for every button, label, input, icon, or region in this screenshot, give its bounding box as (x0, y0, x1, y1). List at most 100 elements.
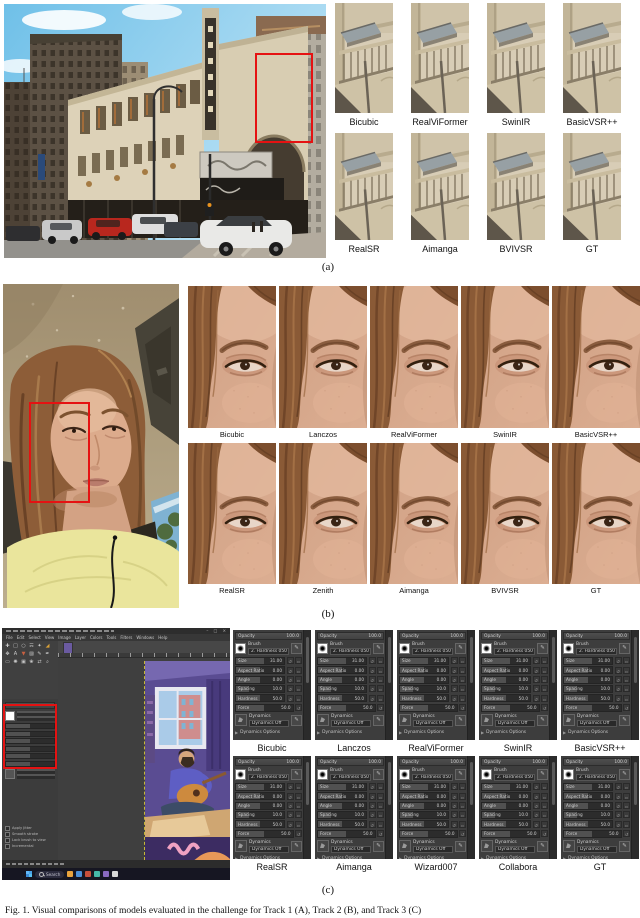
method-tile: RealViFormer (370, 286, 458, 439)
slider-row: Size 31.00 ↺ ▫ (235, 782, 302, 791)
panel-scrollbar (303, 756, 311, 859)
reset-icon: ↺ (368, 676, 376, 684)
panel-scrollbar (549, 630, 557, 740)
slider-row: Aspect Ratio 0.00 ↺ ▫ (563, 792, 630, 801)
opacity-label: Opacity (238, 633, 255, 639)
dynamics-icon (5, 768, 15, 779)
brush-name-entry: 2. Hardness 050 (494, 773, 535, 781)
dynamics-label: Dynamics (413, 713, 435, 719)
eye-crop-art (188, 286, 276, 428)
swap-colors-icon: ⇄ (37, 659, 42, 665)
slider-row: Aspect Ratio 0.00 ↺ ▫ (563, 666, 630, 675)
slider-row: Spacing 10.0 ↺ ▫ (317, 684, 384, 693)
opacity-row: Opacity 100.0 (399, 632, 466, 640)
link-icon: ▫ (623, 820, 630, 828)
reset-icon: ↺ (614, 676, 622, 684)
eye-crop-art (461, 286, 549, 428)
slider-row: Aspect Ratio 0.00 ↺ ▫ (399, 792, 466, 801)
opacity-value: 100.0 (450, 759, 463, 765)
building-crop-art (411, 3, 469, 113)
taskbar-app-icon (85, 871, 92, 877)
crop-image (411, 3, 469, 113)
link-icon: ▫ (541, 802, 548, 810)
slider-row: Hardness 50.0 ↺ ▫ (563, 694, 630, 703)
method-tile: Opacity 100.0 Brush 2. Hardness 050 ✎ Si… (233, 630, 311, 753)
edit-brush-icon: ✎ (291, 768, 302, 780)
menu-item: Edit (16, 635, 25, 640)
brush-thumbnail (235, 768, 246, 780)
edit-brush-icon: ✎ (537, 768, 548, 780)
method-label: BasicVSR++ (574, 743, 626, 753)
slider-row: Spacing 10.0 ↺ ▫ (235, 810, 302, 819)
tool-options-panel: Opacity 100.0 Brush 2. Hardness 050 ✎ Si… (479, 630, 550, 740)
reset-icon: ↺ (286, 666, 294, 674)
crop-image: Opacity 100.0 Brush 2. Hardness 050 ✎ Si… (315, 756, 393, 859)
gimp-menu-bar: File Edit Select View Image Layer Colors… (2, 634, 230, 641)
reset-icon: ↺ (450, 676, 458, 684)
dynamics-entry: Dynamics Off (413, 845, 453, 853)
zoom-tool-icon: ⌕ (46, 659, 49, 665)
crop-image (370, 286, 458, 428)
dynamics-options-row: ▶ Dynamics Options (563, 729, 609, 735)
edit-brush-icon: ✎ (373, 768, 384, 780)
brush-row: Brush 2. Hardness 050 ✎ (563, 641, 630, 655)
slider-row: Spacing 10.0 ↺ ▫ (235, 684, 302, 693)
dynamics-icon (317, 714, 329, 727)
expander-icon: ▶ (481, 729, 485, 735)
reset-icon: ↺ (614, 694, 622, 702)
expander-icon: ▶ (317, 855, 321, 859)
method-tile: BasicVSR++ (563, 3, 621, 127)
dynamics-entry: Dynamics Off (331, 845, 371, 853)
method-tile: Bicubic (188, 286, 276, 439)
link-icon: ▫ (459, 676, 466, 684)
slider-row: Size 31.00 ↺ ▫ (481, 782, 548, 791)
reset-icon: ↺ (286, 694, 294, 702)
slider-row: Angle 0.00 ↺ ▫ (563, 675, 630, 684)
opacity-value: 100.0 (614, 633, 627, 639)
dynamics-options-row: ▶ Dynamics Options (317, 729, 363, 735)
tool-options-panel: Opacity 100.0 Brush 2. Hardness 050 ✎ Si… (561, 756, 632, 859)
tool-options-panel: Opacity 100.0 Brush 2. Hardness 050 ✎ Si… (479, 756, 550, 859)
dynamics-label: Dynamics (495, 713, 517, 719)
crop-image (552, 286, 640, 428)
reset-icon: ↺ (450, 811, 458, 819)
dynamics-options-row: ▶ Dynamics Options (563, 855, 609, 859)
slider-row: Hardness 50.0 ↺ ▫ (235, 694, 302, 703)
edit-brush-icon: ✎ (291, 642, 302, 654)
slider-row: Hardness 50.0 ↺ ▫ (317, 694, 384, 703)
tool-options-checkboxes: Apply Jitter Smooth stroke Lock brush to… (2, 823, 58, 860)
comparison-grid-c-row1: Opacity 100.0 Brush 2. Hardness 050 ✎ Si… (233, 630, 639, 753)
tool-options-panel: Opacity 100.0 Brush 2. Hardness 050 ✎ Si… (233, 756, 304, 859)
method-label: GT (593, 862, 607, 872)
brush-row: Brush 2. Hardness 050 ✎ (399, 767, 466, 781)
dynamics-icon (235, 714, 247, 727)
menu-item: Tools (106, 635, 117, 640)
method-label: GT (590, 586, 602, 595)
dynamics-entry: Dynamics Off (495, 719, 535, 727)
crop-image: Opacity 100.0 Brush 2. Hardness 050 ✎ Si… (479, 630, 557, 740)
slider-row: Force 50.0 ↺ (317, 829, 384, 838)
dynamics-icon (563, 714, 575, 727)
slider-mini (5, 738, 55, 745)
slider-row: Hardness 50.0 ↺ ▫ (563, 820, 630, 829)
edit-brush-icon: ✎ (619, 768, 630, 780)
opacity-label: Opacity (320, 633, 337, 639)
opacity-label: Opacity (566, 633, 583, 639)
dynamics-entry: Dynamics Off (249, 719, 289, 727)
menu-item: Image (58, 635, 71, 640)
brush-row: Brush 2. Hardness 050 ✎ (481, 641, 548, 655)
dynamics-row: Dynamics Dynamics Off ✎ (235, 839, 302, 853)
method-label: GT (585, 244, 599, 254)
method-label: RealViFormer (408, 743, 464, 753)
tool-options-panel: Opacity 100.0 Brush 2. Hardness 050 ✎ Si… (561, 630, 632, 740)
panel-b-letter: (b) (321, 608, 335, 620)
crop-image (188, 443, 276, 584)
crop-image: Opacity 100.0 Brush 2. Hardness 050 ✎ Si… (397, 630, 475, 740)
opacity-label: Opacity (320, 759, 337, 765)
link-icon: ▫ (541, 685, 548, 693)
link-icon: ▫ (459, 694, 466, 702)
expander-icon: ▶ (399, 729, 403, 735)
reset-icon: ↺ (532, 676, 540, 684)
lasso-tool-icon: ☴ (29, 643, 34, 649)
reset-icon: ↺ (532, 666, 540, 674)
